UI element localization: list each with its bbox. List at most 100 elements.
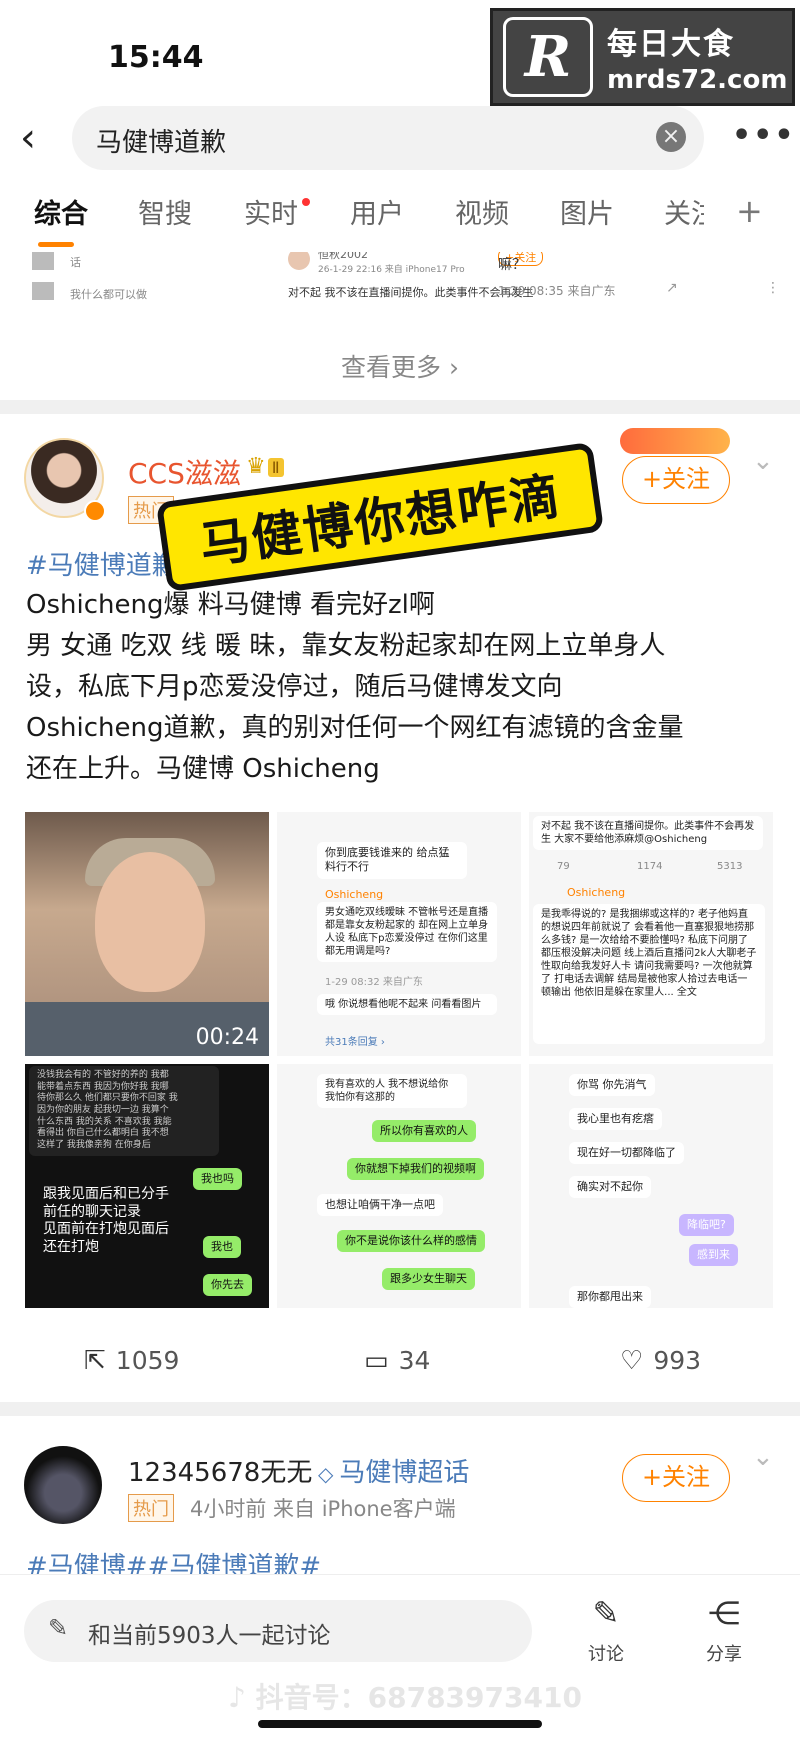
chat-bubble: 也想让咱俩干净一点吧: [317, 1194, 443, 1217]
image-thumbnail[interactable]: 你到底要钱谁来的 给点猛料行不行 Oshicheng 男女通吃双线暧昧 不管帐号…: [277, 812, 521, 1056]
tab-following[interactable]: 关注: [664, 192, 704, 231]
chat-bubble: 男女通吃双线暧昧 不管帐号还是直播都是靠女友粉起家的 却在网上立单身人设 私底下…: [317, 902, 497, 962]
clear-icon[interactable]: ×: [656, 122, 686, 152]
tab-realtime[interactable]: 实时: [244, 192, 298, 231]
post-line: 还在上升。马健博 Oshicheng: [26, 754, 380, 784]
tab-video[interactable]: 视频: [455, 192, 509, 231]
chat-bubble: 现在好一切都降临了: [569, 1142, 684, 1165]
realtime-new-dot: [302, 198, 310, 206]
avatar: [288, 252, 310, 270]
chat-bubble: 确实对不起你: [569, 1176, 651, 1199]
repost-icon[interactable]: ↗: [666, 280, 678, 296]
home-indicator[interactable]: [258, 1720, 542, 1728]
hot-tag: 热门: [128, 1494, 174, 1522]
search-tabs: 综合 智搜 实时 用户 视频 图片 关注: [0, 192, 800, 242]
prev-card-text: 话: [70, 256, 81, 269]
chat-meta: 1-29 08:32 来自广东: [325, 977, 423, 988]
chat-bubble: 是我乖得说的? 是我捆绑或这样的? 老子他妈直的想说四年前就说了 会看着他一直塞…: [533, 904, 765, 1044]
pencil-icon: ✎: [48, 1614, 69, 1642]
avatar[interactable]: [24, 1446, 102, 1524]
post-line: Oshicheng道歉，真的别对任何一个网红有滤镜的含金量: [26, 713, 684, 743]
share-icon[interactable]: ⋲: [694, 1594, 754, 1632]
stat: 5313: [717, 861, 743, 872]
add-tab-icon[interactable]: +: [736, 192, 763, 230]
more-options-icon[interactable]: •••: [732, 118, 796, 153]
watermark-logo: R: [503, 17, 593, 97]
post-meta: 4小时前 来自 iPhone客户端: [190, 1497, 456, 1521]
more-icon[interactable]: ⋮: [766, 280, 776, 296]
stat: 1174: [637, 861, 663, 872]
chat-bubble: 我心里也有疙瘩: [569, 1108, 662, 1131]
chat-bubble: 哦 你说想看他呢不起来 问看看图片: [317, 994, 497, 1015]
divider: [0, 1402, 800, 1416]
repost-button[interactable]: ⇱ 1059: [84, 1346, 179, 1376]
image-thumbnail[interactable]: 没钱我会有的 不管好的养的 我都 能带着点东西 我因为你好我 我哪 待你那么久 …: [25, 1064, 269, 1308]
thumbs-up-icon: ♡: [620, 1346, 644, 1376]
prev-card-text: 我什么都可以做: [70, 288, 147, 301]
chat-user: Oshicheng: [567, 886, 626, 899]
chat-bubble: 我有喜欢的人 我不想说给你 我怕你有这那的: [317, 1074, 467, 1108]
thumb-part: [95, 852, 205, 992]
prev-card-meta: 26-1-29 22:16 来自 iPhone17 Pro: [318, 265, 465, 275]
share-label[interactable]: 分享: [694, 1640, 754, 1666]
prev-card-meta: 1-29 08:35 来自广东: [498, 284, 616, 298]
search-query: 马健博道歉: [96, 128, 227, 158]
thumb-image: [32, 282, 54, 300]
like-button[interactable]: ♡ 993: [620, 1346, 701, 1376]
follow-button[interactable]: +关注: [622, 456, 730, 504]
tab-smart-search[interactable]: 智搜: [138, 192, 192, 231]
thumb-image: [32, 252, 54, 270]
discuss-placeholder: 和当前5903人一起讨论: [88, 1623, 331, 1649]
chevron-down-icon[interactable]: ⌄: [752, 1442, 774, 1472]
image-thumbnail[interactable]: 对不起 我不该在直播间提你。此类事件不会再发生 大家不要给他添麻烦@Oshich…: [529, 812, 773, 1056]
post-line: 男 女通 吃双 线 暖 昧，靠女友粉起家却在网上立单身人: [26, 631, 666, 661]
repost-icon: ⇱: [84, 1346, 106, 1376]
post-username[interactable]: 12345678无无: [128, 1452, 312, 1489]
chat-bubble: 你骂 你先消气: [569, 1074, 655, 1097]
image-thumbnail[interactable]: 你骂 你先消气 我心里也有疙瘩 现在好一切都降临了 确实对不起你 降临吧? 感到…: [529, 1064, 773, 1308]
chat-bubble: 降临吧?: [679, 1214, 734, 1237]
video-duration: 00:24: [195, 1025, 259, 1050]
chat-bubble: 感到来: [689, 1244, 738, 1267]
chat-bubble: 你就想下掉我们的视频啊: [347, 1158, 484, 1181]
chat-link: 共31条回复 ›: [325, 1037, 385, 1048]
comment-button[interactable]: ▭ 34: [364, 1346, 430, 1376]
chat-bubble: 那你都甩出来: [569, 1286, 651, 1308]
super-topic-link[interactable]: ◇ 马健博超话: [318, 1452, 469, 1489]
prev-card-user: 恒秋2002: [318, 252, 368, 261]
chat-bubble: 跟多少女生聊天: [382, 1268, 475, 1291]
image-thumbnail[interactable]: 我有喜欢的人 我不想说给你 我怕你有这那的 所以你有喜欢的人 你就想下掉我们的视…: [277, 1064, 521, 1308]
tab-comprehensive[interactable]: 综合: [34, 192, 88, 231]
crown-icon: ♛ Ⅱ: [246, 454, 284, 479]
follow-button[interactable]: +关注: [622, 1454, 730, 1502]
status-time: 15:44: [108, 40, 204, 75]
discuss-input[interactable]: ✎ 和当前5903人一起讨论: [24, 1600, 532, 1662]
promo-banner: [620, 428, 730, 454]
chat-bubble: 你不是说你该什么样的感情: [337, 1230, 485, 1253]
see-more-link[interactable]: 查看更多 ›: [0, 348, 800, 384]
edit-icon[interactable]: ✎: [576, 1594, 636, 1632]
back-icon[interactable]: ‹: [20, 118, 50, 158]
tab-images[interactable]: 图片: [560, 192, 614, 231]
level-badge: Ⅱ: [267, 458, 284, 477]
active-tab-indicator: [38, 242, 74, 247]
prev-card-text: 嘛？: [498, 257, 526, 273]
chat-bubble: 没钱我会有的 不管好的养的 我都 能带着点东西 我因为你好我 我哪 待你那么久 …: [29, 1066, 219, 1156]
discuss-label[interactable]: 讨论: [576, 1640, 636, 1666]
chat-bubble: 对不起 我不该在直播间提你。此类事件不会再发生 大家不要给他添麻烦@Oshich…: [533, 816, 763, 850]
chat-bubble: 我也吗: [193, 1168, 242, 1191]
watermark-title: 每日大食: [607, 27, 735, 62]
chevron-down-icon[interactable]: ⌄: [752, 446, 774, 476]
search-input[interactable]: 马健博道歉 ×: [72, 106, 704, 170]
video-thumbnail[interactable]: 00:24: [25, 812, 269, 1056]
tiktok-watermark: ♪ 抖音号：68783973410: [228, 1681, 582, 1714]
post-line: 设，私底下月p恋爱没停过，随后马健博发文向: [26, 672, 563, 702]
watermark-url: mrds72.com: [607, 65, 788, 95]
diamond-icon: ◇: [318, 1462, 334, 1486]
post-username[interactable]: CCS滋滋: [128, 452, 241, 492]
tab-users[interactable]: 用户: [350, 192, 404, 231]
chat-bubble: 你到底要钱谁来的 给点猛料行不行: [317, 842, 467, 879]
previous-results-strip[interactable]: 话 我什么都可以做 恒秋2002 26-1-29 22:16 来自 iPhone…: [26, 252, 776, 308]
chat-caption: 跟我见面后和已分手 前任的聊天记录 见面前在打炮见面后 还在打炮: [43, 1186, 169, 1255]
chat-bubble: 所以你有喜欢的人: [372, 1120, 476, 1143]
